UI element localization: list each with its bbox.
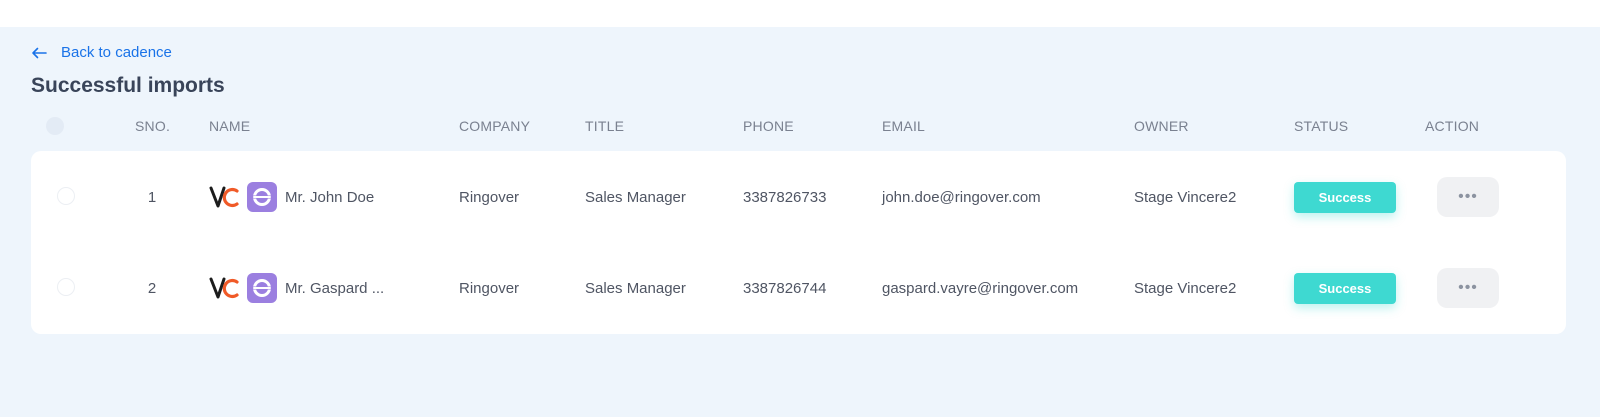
lead-name-cell: Mr. Gaspard ...	[209, 242, 384, 334]
owner-cell: Stage Vincere2	[1134, 279, 1237, 297]
top-bar	[0, 0, 1600, 27]
more-icon: •••	[1458, 188, 1478, 205]
column-header-title: TITLE	[585, 118, 625, 134]
column-header-email: EMAIL	[882, 118, 926, 134]
imports-table-body: 1 Mr. John Doe Ringover Sales Manager 33…	[31, 151, 1566, 334]
table-row: 2 Mr. Gaspard ... Ringover Sales Manager	[31, 242, 1566, 334]
status-badge[interactable]: Success	[1294, 272, 1396, 304]
select-all-checkbox[interactable]	[46, 117, 64, 135]
row-checkbox[interactable]	[57, 278, 75, 296]
vc-logo-icon	[209, 186, 239, 208]
lead-name[interactable]: Mr. Gaspard ...	[285, 280, 384, 297]
column-header-phone: PHONE	[743, 118, 794, 134]
page-title: Successful imports	[31, 74, 225, 97]
status-cell: Success	[1294, 242, 1396, 334]
status-badge[interactable]: Success	[1294, 181, 1396, 213]
column-header-company: COMPANY	[459, 118, 531, 134]
import-results-page: Back to cadence Successful imports SNO. …	[0, 27, 1600, 417]
back-to-cadence-link[interactable]: Back to cadence	[31, 44, 172, 61]
lead-name[interactable]: Mr. John Doe	[285, 189, 374, 206]
column-header-status: STATUS	[1294, 118, 1349, 134]
column-header-action: ACTION	[1425, 118, 1480, 134]
back-arrow-icon	[32, 47, 47, 58]
back-link-label: Back to cadence	[61, 44, 172, 61]
phone-cell: 3387826733	[743, 188, 827, 206]
more-actions-button[interactable]: •••	[1437, 177, 1499, 217]
more-icon: •••	[1458, 279, 1478, 296]
ringover-icon	[247, 273, 277, 303]
title-cell: Sales Manager	[585, 279, 686, 297]
email-cell: john.doe@ringover.com	[882, 188, 1041, 206]
lead-name-cell: Mr. John Doe	[209, 151, 374, 243]
company-cell: Ringover	[459, 188, 520, 206]
column-header-sno: SNO.	[135, 118, 171, 134]
row-checkbox[interactable]	[57, 187, 75, 205]
email-cell: gaspard.vayre@ringover.com	[882, 279, 1079, 297]
owner-cell: Stage Vincere2	[1134, 188, 1237, 206]
table-header: SNO. NAME COMPANY TITLE PHONE EMAIL OWNE…	[31, 111, 1566, 141]
title-cell: Sales Manager	[585, 188, 686, 206]
status-cell: Success	[1294, 151, 1396, 243]
vc-logo-icon	[209, 277, 239, 299]
row-sno: 1	[147, 188, 157, 206]
column-header-name: NAME	[209, 118, 251, 134]
company-cell: Ringover	[459, 279, 520, 297]
row-sno: 2	[147, 279, 157, 297]
phone-cell: 3387826744	[743, 279, 827, 297]
action-cell: •••	[1437, 151, 1499, 243]
ringover-icon	[247, 182, 277, 212]
column-header-owner: OWNER	[1134, 118, 1189, 134]
more-actions-button[interactable]: •••	[1437, 268, 1499, 308]
action-cell: •••	[1437, 242, 1499, 334]
table-row: 1 Mr. John Doe Ringover Sales Manager 33…	[31, 151, 1566, 243]
